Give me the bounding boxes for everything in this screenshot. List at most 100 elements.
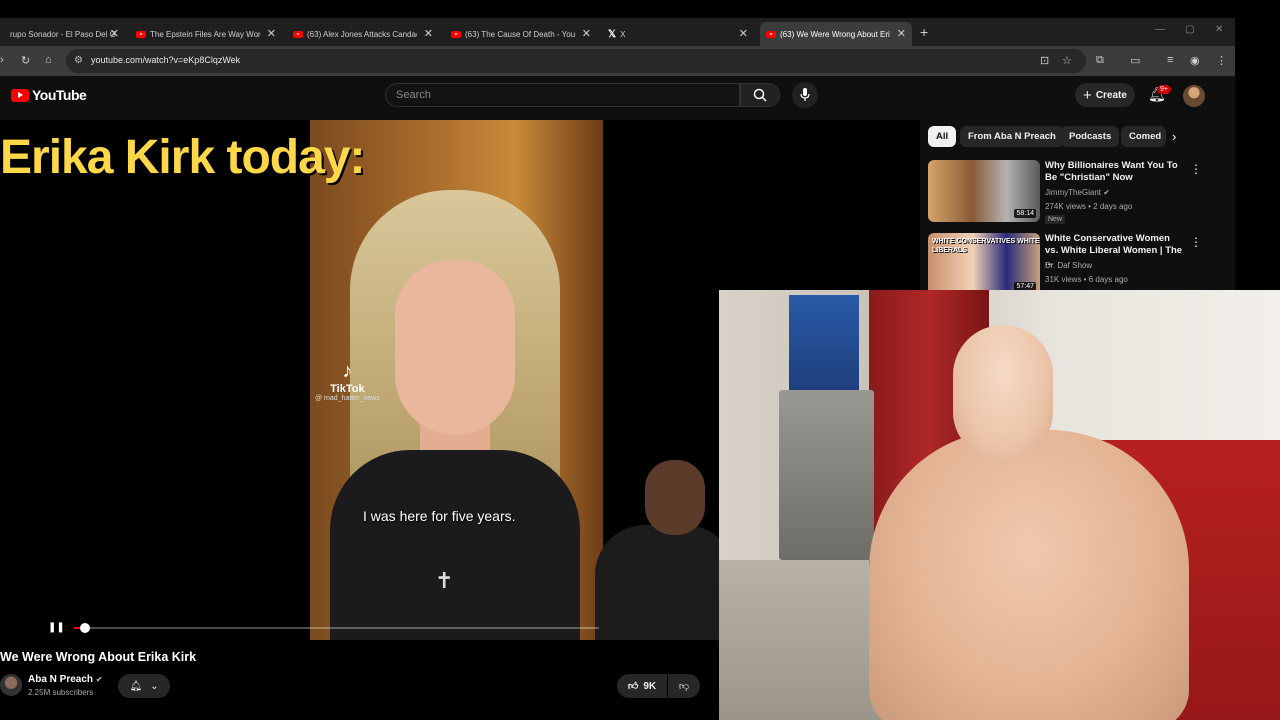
duration-badge: 58:14 bbox=[1014, 209, 1036, 218]
cast-icon[interactable]: ▭ bbox=[1130, 54, 1140, 67]
window-close-icon[interactable]: ✕ bbox=[1215, 24, 1223, 35]
profile-icon[interactable]: ◉ bbox=[1190, 54, 1200, 67]
video-title: We Were Wrong About Erika Kirk bbox=[0, 650, 197, 664]
close-icon[interactable]: ✕ bbox=[739, 27, 748, 40]
youtube-play-icon bbox=[11, 88, 29, 102]
webcam-box bbox=[789, 295, 859, 390]
search-icon bbox=[753, 88, 767, 102]
tab-title: X bbox=[620, 29, 626, 39]
recommendation-channel[interactable]: JimmyTheGiant ✔ bbox=[1045, 188, 1110, 197]
bookmark-star-icon[interactable]: ☆ bbox=[1062, 54, 1072, 67]
browser-tab[interactable]: (63) The Cause Of Death - YouT ✕ bbox=[445, 22, 597, 46]
close-icon[interactable]: ✕ bbox=[424, 27, 433, 40]
logo-text: YouTube bbox=[32, 87, 87, 103]
right-edge bbox=[1235, 18, 1280, 290]
subscriber-count: 2.25M subscribers bbox=[28, 688, 94, 697]
thumbs-down-icon: 👎︎ bbox=[678, 681, 690, 692]
tab-title: (63) The Cause Of Death - YouT bbox=[465, 29, 575, 39]
like-button[interactable]: 👍︎ 9K bbox=[617, 674, 667, 698]
account-avatar[interactable] bbox=[1183, 85, 1205, 107]
chip-podcasts[interactable]: Podcasts bbox=[1061, 126, 1120, 147]
tab-title: (63) We Were Wrong About Eri bbox=[780, 29, 890, 39]
close-icon[interactable]: ✕ bbox=[267, 27, 276, 40]
progress-bar[interactable] bbox=[74, 627, 599, 629]
chip-all[interactable]: All bbox=[928, 126, 957, 147]
create-label: Create bbox=[1095, 89, 1127, 101]
close-icon[interactable]: ✕ bbox=[582, 27, 591, 40]
search-input[interactable]: Search bbox=[385, 83, 740, 107]
youtube-icon bbox=[766, 30, 776, 38]
video-frame-man bbox=[555, 460, 720, 640]
forward-icon[interactable]: › bbox=[0, 54, 4, 66]
webcam-overlay bbox=[719, 290, 1280, 720]
like-count: 9K bbox=[643, 680, 657, 692]
more-options-icon[interactable]: ⋮ bbox=[1190, 235, 1202, 249]
browser-tab[interactable]: 𝕏 X ✕ bbox=[602, 22, 754, 46]
plus-icon: + bbox=[1083, 86, 1092, 104]
address-row: › ↻ ⌂ ⚙ youtube.com/watch?v=eKp8ClqzWek … bbox=[0, 46, 1235, 76]
extensions-icon[interactable]: ⧉ bbox=[1096, 54, 1104, 67]
tiktok-watermark: ♪ TikTok @ mad_hatter_news bbox=[315, 360, 380, 402]
video-thumbnail[interactable]: 58:14 bbox=[928, 160, 1040, 222]
x-logo-icon: 𝕏 bbox=[608, 28, 617, 40]
webcam-mini-fridge bbox=[779, 390, 874, 560]
thumbnail-text: WHITE CONSERVATIVES WHITE LIBERALS bbox=[932, 238, 1040, 254]
home-icon[interactable]: ⌂ bbox=[45, 54, 52, 66]
restore-icon[interactable]: ▢ bbox=[1185, 24, 1194, 35]
woman-top bbox=[330, 450, 580, 640]
tab-bar: rupo Sonador - El Paso Del G ✕ The Epste… bbox=[0, 18, 1235, 46]
chevron-right-icon[interactable]: › bbox=[1172, 129, 1176, 144]
channel-avatar[interactable] bbox=[0, 674, 22, 696]
progress-scrubber[interactable] bbox=[79, 623, 90, 633]
dislike-button[interactable]: 👎︎ bbox=[668, 674, 700, 698]
man-head bbox=[645, 460, 705, 535]
site-info-icon[interactable]: ⚙ bbox=[74, 55, 83, 66]
new-tab-button[interactable]: + bbox=[920, 24, 928, 40]
browser-tab[interactable]: rupo Sonador - El Paso Del G ✕ bbox=[0, 22, 125, 46]
microphone-icon bbox=[800, 88, 810, 101]
new-badge: New bbox=[1045, 215, 1066, 224]
verified-icon: ✔ bbox=[1103, 188, 1110, 197]
channel-name-text: Aba N Preach bbox=[28, 674, 94, 685]
media-control-icon[interactable]: ≡ bbox=[1167, 54, 1173, 66]
install-app-icon[interactable]: ⊡ bbox=[1040, 54, 1049, 67]
video-overlay-title: Erika Kirk today: bbox=[0, 131, 365, 184]
channel-name[interactable]: Aba N Preach ✔ bbox=[28, 674, 103, 685]
url-text: youtube.com/watch?v=eKp8ClqzWek bbox=[91, 55, 241, 65]
chip-from-channel[interactable]: From Aba N Preach bbox=[960, 126, 1064, 147]
tiktok-icon: ♪ bbox=[342, 360, 353, 382]
video-player[interactable]: ✝ Erika Kirk today: ♪ TikTok @ mad_hatte… bbox=[0, 120, 720, 640]
verified-icon: ✔ bbox=[95, 675, 103, 684]
youtube-icon bbox=[293, 30, 303, 38]
recommendation-title[interactable]: Why Billionaires Want You To Be "Christi… bbox=[1045, 160, 1185, 184]
youtube-icon bbox=[451, 30, 461, 38]
reload-icon[interactable]: ↻ bbox=[21, 54, 30, 67]
minimize-icon[interactable]: — bbox=[1155, 24, 1165, 35]
subscribed-button[interactable]: 🔔︎ ⌄ bbox=[118, 674, 170, 698]
address-bar[interactable]: ⚙ youtube.com/watch?v=eKp8ClqzWek bbox=[66, 49, 1086, 73]
cross-necklace-icon: ✝ bbox=[435, 568, 454, 593]
create-button[interactable]: + Create bbox=[1075, 83, 1135, 107]
chip-comedy[interactable]: Comed bbox=[1121, 126, 1166, 147]
close-icon[interactable]: ✕ bbox=[110, 27, 119, 40]
voice-search-button[interactable] bbox=[792, 82, 818, 108]
menu-kebab-icon[interactable]: ⋮ bbox=[1216, 54, 1227, 67]
browser-chrome: rupo Sonador - El Paso Del G ✕ The Epste… bbox=[0, 18, 1235, 76]
tab-title: (63) Alex Jones Attacks Candac bbox=[307, 29, 417, 39]
notification-badge: 9+ bbox=[1157, 85, 1171, 94]
browser-tab-active[interactable]: (63) We Were Wrong About Eri ✕ bbox=[760, 22, 912, 46]
webcam-person-head bbox=[953, 325, 1053, 460]
pause-icon[interactable]: ❚❚ bbox=[48, 622, 65, 633]
youtube-logo[interactable]: YouTube bbox=[11, 87, 87, 103]
browser-tab[interactable]: The Epstein Files Are Way Wors ✕ bbox=[130, 22, 282, 46]
close-icon[interactable]: ✕ bbox=[897, 27, 906, 40]
recommendation-item[interactable]: 58:14 Why Billionaires Want You To Be "C… bbox=[928, 160, 1228, 228]
search-placeholder: Search bbox=[396, 89, 431, 101]
browser-tab[interactable]: (63) Alex Jones Attacks Candac ✕ bbox=[287, 22, 439, 46]
recommendation-item[interactable]: WHITE CONSERVATIVES WHITE LIBERALS 57:47… bbox=[928, 233, 1228, 290]
video-thumbnail[interactable]: WHITE CONSERVATIVES WHITE LIBERALS 57:47 bbox=[928, 233, 1040, 290]
search-button[interactable] bbox=[740, 83, 780, 107]
recommendation-channel[interactable]: Dr. Daf Show bbox=[1045, 261, 1092, 270]
more-options-icon[interactable]: ⋮ bbox=[1190, 162, 1202, 176]
channel-text: JimmyTheGiant bbox=[1045, 188, 1102, 197]
